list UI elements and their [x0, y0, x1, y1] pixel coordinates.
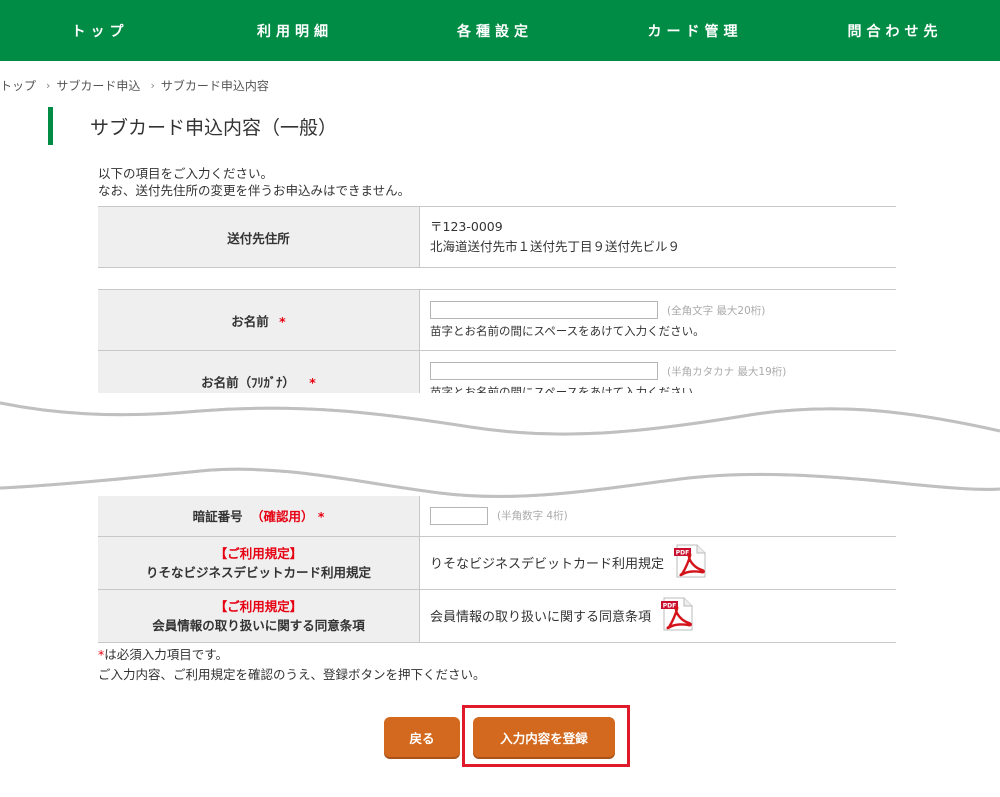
svg-text:PDF: PDF [663, 603, 676, 610]
nav-item-card-management[interactable]: カード管理 [630, 21, 760, 41]
address-value: 〒123-0009 北海道送付先市１送付先丁目９送付先ビル９ [419, 206, 896, 268]
back-button[interactable]: 戻る [384, 717, 460, 757]
terms-2-link[interactable]: 会員情報の取り扱いに関する同意条項 [430, 610, 651, 625]
terms-1-value-cell: りそなビジネスデビットカード利用規定 PDF [419, 535, 896, 590]
name-kana-label: お名前（ﾌﾘｶﾞﾅ） [201, 374, 295, 390]
intro-line-2: なお、送付先住所の変更を伴うお申込みはできません。 [98, 183, 411, 198]
confirm-instruction: ご入力内容、ご利用規定を確認のうえ、登録ボタンを押下ください。 [98, 667, 486, 682]
terms-1-tag: 【ご利用規定】 [214, 545, 303, 561]
terms-row-2: 【ご利用規定】 会員情報の取り扱いに関する同意条項 会員情報の取り扱いに関する同… [98, 588, 896, 643]
pin-confirm-value-cell: (半角数字 4桁) [419, 496, 896, 537]
required-mark: * [317, 509, 325, 525]
pin-confirm-label-cell: 暗証番号 （確認用） * [98, 496, 420, 537]
breadcrumb-subcard-apply[interactable]: サブカード申込 [56, 77, 140, 94]
breadcrumb: トップ › サブカード申込 › サブカード申込内容 [0, 77, 269, 94]
required-mark: * [279, 313, 286, 329]
pin-confirm-row: 暗証番号 （確認用） * (半角数字 4桁) [98, 496, 896, 537]
terms-1-title: りそなビジネスデビットカード利用規定 [145, 564, 371, 580]
address-label: 送付先住所 [98, 206, 420, 268]
terms-1-link[interactable]: りそなビジネスデビットカード利用規定 [430, 557, 664, 572]
pin-confirm-label-suffix: （確認用） [250, 509, 314, 525]
svg-text:PDF: PDF [676, 550, 689, 557]
terms-2-label-cell: 【ご利用規定】 会員情報の取り扱いに関する同意条項 [98, 588, 420, 643]
name-kana-hint: (半角カタカナ 最大19桁) [666, 365, 787, 378]
pdf-icon[interactable]: PDF [674, 544, 708, 581]
breadcrumb-separator: › [46, 79, 51, 92]
pin-confirm-label: 暗証番号 [192, 509, 243, 525]
top-nav: トップ 利用明細 各種設定 カード管理 問合わせ先 [0, 0, 1000, 61]
submit-highlight-frame [462, 705, 630, 767]
page-title: サブカード申込内容（一般） [90, 117, 338, 139]
nav-item-statements[interactable]: 利用明細 [240, 21, 350, 41]
terms-row-1: 【ご利用規定】 りそなビジネスデビットカード利用規定 りそなビジネスデビットカー… [98, 535, 896, 590]
name-label: お名前 [231, 313, 269, 329]
breadcrumb-top[interactable]: トップ [0, 77, 36, 94]
terms-2-title: 会員情報の取り扱いに関する同意条項 [152, 617, 365, 633]
footer-note: *は必須入力項目です。 ご入力内容、ご利用規定を確認のうえ、登録ボタンを押下くだ… [98, 645, 486, 685]
name-note: 苗字とお名前の間にスペースをあけて入力ください。 [430, 324, 705, 338]
pin-terms-table: 暗証番号 （確認用） * (半角数字 4桁) 【ご利用規定】 りそなビジネスデビ… [98, 496, 896, 643]
name-hint: (全角文字 最大20桁) [666, 304, 766, 317]
breadcrumb-separator: › [150, 79, 155, 92]
terms-2-value-cell: 会員情報の取り扱いに関する同意条項 PDF [419, 588, 896, 643]
name-input[interactable] [430, 301, 658, 319]
address-line: 北海道送付先市１送付先丁目９送付先ビル９ [430, 239, 681, 254]
required-mark: * [309, 374, 316, 390]
pin-confirm-input[interactable] [430, 506, 488, 525]
nav-item-settings[interactable]: 各種設定 [440, 21, 550, 41]
name-row: お名前 * (全角文字 最大20桁) 苗字とお名前の間にスペースをあけて入力くだ… [98, 289, 896, 351]
address-table: 送付先住所 〒123-0009 北海道送付先市１送付先丁目９送付先ビル９ [98, 206, 896, 268]
title-accent-bar [48, 107, 53, 145]
nav-item-top[interactable]: トップ [55, 21, 145, 41]
address-postal: 〒123-0009 [430, 219, 503, 234]
terms-1-label-cell: 【ご利用規定】 りそなビジネスデビットカード利用規定 [98, 535, 420, 590]
intro-line-1: 以下の項目をご入力ください。 [98, 166, 274, 181]
name-label-cell: お名前 * [98, 289, 420, 351]
terms-2-tag: 【ご利用規定】 [214, 598, 303, 614]
nav-item-contact[interactable]: 問合わせ先 [830, 21, 960, 41]
pdf-icon[interactable]: PDF [661, 597, 695, 634]
pin-confirm-hint: (半角数字 4桁) [496, 510, 568, 523]
name-value-cell: (全角文字 最大20桁) 苗字とお名前の間にスペースをあけて入力ください。 [419, 289, 896, 351]
name-kana-input[interactable] [430, 362, 658, 380]
required-legend: *は必須入力項目です。 [98, 645, 486, 665]
breadcrumb-current: サブカード申込内容 [160, 79, 269, 93]
required-legend-text: は必須入力項目です。 [104, 647, 229, 662]
intro-text: 以下の項目をご入力ください。 なお、送付先住所の変更を伴うお申込みはできません。 [98, 165, 410, 199]
